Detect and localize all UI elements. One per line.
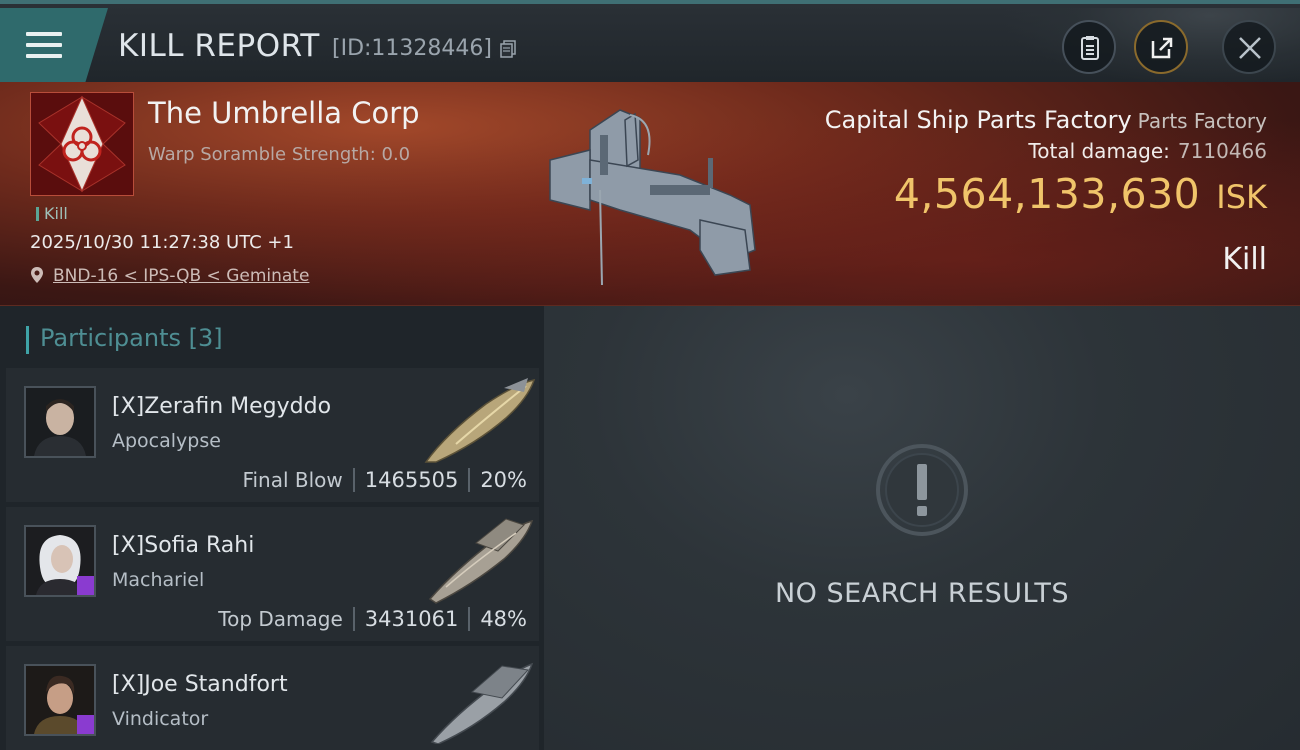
participant-damage: 3431061 — [364, 607, 459, 631]
participant-card[interactable]: [X]Joe Standfort Vindicator — [6, 646, 539, 750]
clipboard-button[interactable] — [1062, 20, 1116, 74]
total-damage-label: Total damage: — [1028, 139, 1170, 163]
exclamation-icon — [876, 444, 968, 536]
clipboard-icon — [1081, 36, 1099, 60]
corp-logo[interactable] — [30, 92, 134, 196]
participant-card[interactable]: [X]Zerafin Megyddo Apocalypse Final Blow… — [6, 368, 539, 502]
victim-ship-image — [549, 109, 756, 286]
victim-ship-name: Capital Ship Parts Factory — [824, 106, 1132, 134]
isk-value: 4,564,133,630 ISK — [894, 170, 1267, 218]
isk-amount: 4,564,133,630 — [893, 170, 1201, 218]
participant-stats: Top Damage 3431061 48% — [218, 607, 527, 631]
participant-name: [X]Joe Standfort — [112, 672, 288, 697]
top-bar: KILL REPORT [ID:11328446] — [0, 0, 1300, 86]
avatar[interactable] — [24, 525, 96, 597]
participant-ship-image — [428, 518, 534, 604]
implant-badge — [77, 576, 94, 595]
kill-timestamp: 2025/10/30 11:27:38 UTC +1 — [30, 232, 294, 253]
close-icon — [1239, 37, 1261, 59]
warp-scramble-strength: Warp Soramble Strength: 0.0 — [148, 144, 411, 165]
participant-damage: 1465505 — [364, 468, 459, 492]
participant-name: [X]Sofia Rahi — [112, 533, 255, 558]
avatar[interactable] — [24, 664, 96, 736]
total-damage-value: 7110466 — [1177, 139, 1267, 163]
close-button[interactable] — [1222, 20, 1276, 74]
participant-ship: Apocalypse — [112, 430, 221, 452]
participant-name: [X]Zerafin Megyddo — [112, 394, 332, 419]
participant-ship: Machariel — [112, 569, 205, 591]
isk-unit: ISK — [1216, 178, 1267, 216]
report-id: [ID:11328446] — [332, 36, 492, 61]
victim-banner: The Umbrella Corp Warp Soramble Strength… — [0, 82, 1300, 306]
corp-name: The Umbrella Corp — [148, 96, 420, 130]
avatar[interactable] — [24, 386, 96, 458]
location-pin-icon — [31, 267, 43, 283]
hamburger-icon[interactable] — [26, 32, 62, 62]
implant-badge — [77, 715, 94, 734]
participant-card[interactable]: [X]Sofia Rahi Machariel Top Damage 343106… — [6, 507, 539, 641]
participants-label: Participants — [40, 324, 181, 352]
participant-role: Top Damage — [218, 607, 343, 631]
participant-stats: Final Blow 1465505 20% — [242, 468, 527, 492]
total-damage: Total damage: 7110466 — [1028, 139, 1267, 163]
location-link[interactable]: BND-16 < IPS-QB < Geminate — [53, 266, 309, 286]
search-results-panel: NO SEARCH RESULTS — [544, 306, 1300, 750]
victim-ship-class: Parts Factory — [1137, 109, 1267, 133]
participants-panel[interactable]: Participants [3] [X]Zerafin Megyddo Apoc… — [0, 306, 544, 750]
participant-ship-image — [430, 662, 534, 744]
kill-tag: Kill — [36, 204, 68, 223]
kill-result: Kill — [1222, 242, 1267, 277]
participant-role: Final Blow — [242, 468, 343, 492]
participants-count: [3] — [188, 324, 223, 352]
empty-results-text: NO SEARCH RESULTS — [774, 578, 1070, 609]
participant-ship-image — [424, 378, 536, 463]
participant-ship: Vindicator — [112, 708, 209, 730]
participant-percent: 48% — [480, 607, 527, 631]
participants-header: Participants [3] — [26, 324, 223, 354]
share-icon — [1151, 37, 1173, 59]
victim-ship: Capital Ship Parts Factory Parts Factory — [825, 106, 1267, 134]
page-title: KILL REPORT — [118, 28, 320, 64]
share-button[interactable] — [1134, 20, 1188, 74]
participant-percent: 20% — [480, 468, 527, 492]
menu-tab[interactable] — [0, 8, 108, 86]
copy-icon[interactable] — [500, 40, 516, 58]
